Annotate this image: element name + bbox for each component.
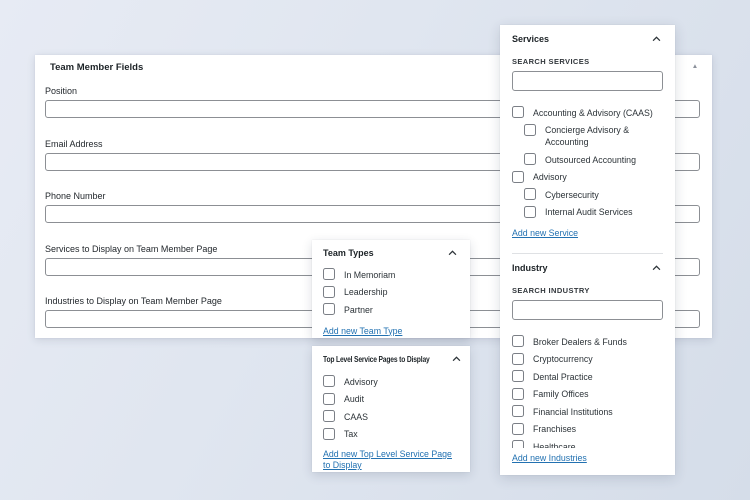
search-industry-input[interactable]: [512, 300, 663, 320]
checkbox[interactable]: [323, 393, 335, 405]
page-background: { "main_panel": { "title": "Team Member …: [0, 0, 750, 500]
add-new-industries-link[interactable]: Add new Industries: [512, 453, 587, 464]
checkbox-row[interactable]: Leadership: [323, 286, 459, 299]
add-new-top-level-service-page-link[interactable]: Add new Top Level Service Page to Displa…: [323, 449, 459, 471]
checkbox[interactable]: [323, 375, 335, 387]
industry-title: Industry: [512, 263, 548, 273]
checkbox-row[interactable]: Accounting & Advisory (CAAS): [512, 106, 663, 119]
checkbox-row[interactable]: Cryptocurrency: [512, 353, 663, 366]
phone-label: Phone Number: [45, 191, 106, 201]
clipped-list-row: Healthcare: [512, 440, 663, 448]
checkbox[interactable]: [512, 370, 524, 382]
checkbox[interactable]: [323, 428, 335, 440]
checkbox-row[interactable]: Broker Dealers & Funds: [512, 335, 663, 348]
industries-display-label: Industries to Display on Team Member Pag…: [45, 296, 222, 306]
checkbox[interactable]: [323, 268, 335, 280]
checkbox[interactable]: [323, 410, 335, 422]
checkbox-row[interactable]: Advisory: [323, 375, 459, 388]
add-new-team-type-link[interactable]: Add new Team Type: [323, 326, 402, 337]
checkbox[interactable]: [512, 335, 524, 347]
checkbox-row[interactable]: Outsourced Accounting: [524, 153, 663, 166]
checkbox-row[interactable]: Tax: [323, 428, 459, 441]
checkbox[interactable]: [512, 171, 524, 183]
chevron-up-icon[interactable]: [446, 248, 459, 258]
top-level-title: Top Level Service Pages to Display: [323, 355, 430, 364]
checkbox-row[interactable]: Financial Institutions: [512, 405, 663, 418]
services-section-header: Services: [512, 34, 663, 44]
top-level-service-pages-panel: Top Level Service Pages to Display Advis…: [312, 346, 470, 472]
taxonomy-sidebar-panel: Services SEARCH SERVICES Accounting & Ad…: [500, 25, 675, 475]
checkbox-row[interactable]: Audit: [323, 393, 459, 406]
checkbox-row[interactable]: Cybersecurity: [524, 188, 663, 201]
checkbox-row[interactable]: Franchises: [512, 423, 663, 436]
checkbox-row[interactable]: Family Offices: [512, 388, 663, 401]
chevron-up-icon[interactable]: [650, 34, 663, 44]
top-level-list: Advisory Audit CAAS Tax: [323, 375, 459, 440]
checkbox[interactable]: [512, 106, 524, 118]
checkbox-row[interactable]: Internal Audit Services: [524, 206, 663, 219]
chevron-up-icon[interactable]: [650, 263, 663, 273]
services-display-label: Services to Display on Team Member Page: [45, 244, 217, 254]
search-industry-label: SEARCH INDUSTRY: [512, 286, 663, 295]
checkbox[interactable]: [524, 124, 536, 136]
checkbox[interactable]: [512, 388, 524, 400]
industry-checklist: Broker Dealers & Funds Cryptocurrency De…: [512, 335, 663, 448]
checkbox[interactable]: [512, 423, 524, 435]
collapse-toggle-icon[interactable]: ▲: [688, 59, 702, 73]
section-divider: [512, 253, 663, 254]
checkbox-row[interactable]: In Memoriam: [323, 268, 459, 281]
position-label: Position: [45, 86, 77, 96]
team-types-panel: Team Types In Memoriam Leadership Partne…: [312, 240, 470, 338]
checkbox-row[interactable]: Healthcare: [512, 440, 663, 448]
checkbox-row[interactable]: Advisory: [512, 171, 663, 184]
add-new-service-link[interactable]: Add new Service: [512, 228, 578, 239]
checkbox[interactable]: [323, 303, 335, 315]
team-types-list: In Memoriam Leadership Partner: [323, 268, 459, 316]
checkbox-row[interactable]: Concierge Advisory & Accounting: [524, 124, 663, 149]
email-label: Email Address: [45, 139, 103, 149]
search-services-input[interactable]: [512, 71, 663, 91]
checkbox[interactable]: [512, 405, 524, 417]
services-title: Services: [512, 34, 549, 44]
checkbox[interactable]: [524, 206, 536, 218]
checkbox-row[interactable]: CAAS: [323, 410, 459, 423]
checkbox[interactable]: [512, 353, 524, 365]
checkbox[interactable]: [323, 286, 335, 298]
checkbox[interactable]: [524, 153, 536, 165]
checkbox[interactable]: [524, 188, 536, 200]
checkbox-row[interactable]: Dental Practice: [512, 370, 663, 383]
services-checklist: Accounting & Advisory (CAAS) Concierge A…: [512, 106, 663, 218]
search-services-label: SEARCH SERVICES: [512, 57, 663, 66]
checkbox[interactable]: [512, 440, 524, 448]
panel-title: Team Member Fields: [50, 62, 143, 73]
chevron-up-icon[interactable]: [450, 354, 463, 364]
team-types-title: Team Types: [323, 248, 374, 258]
checkbox-row[interactable]: Partner: [323, 303, 459, 316]
industry-section-header: Industry: [512, 263, 663, 273]
